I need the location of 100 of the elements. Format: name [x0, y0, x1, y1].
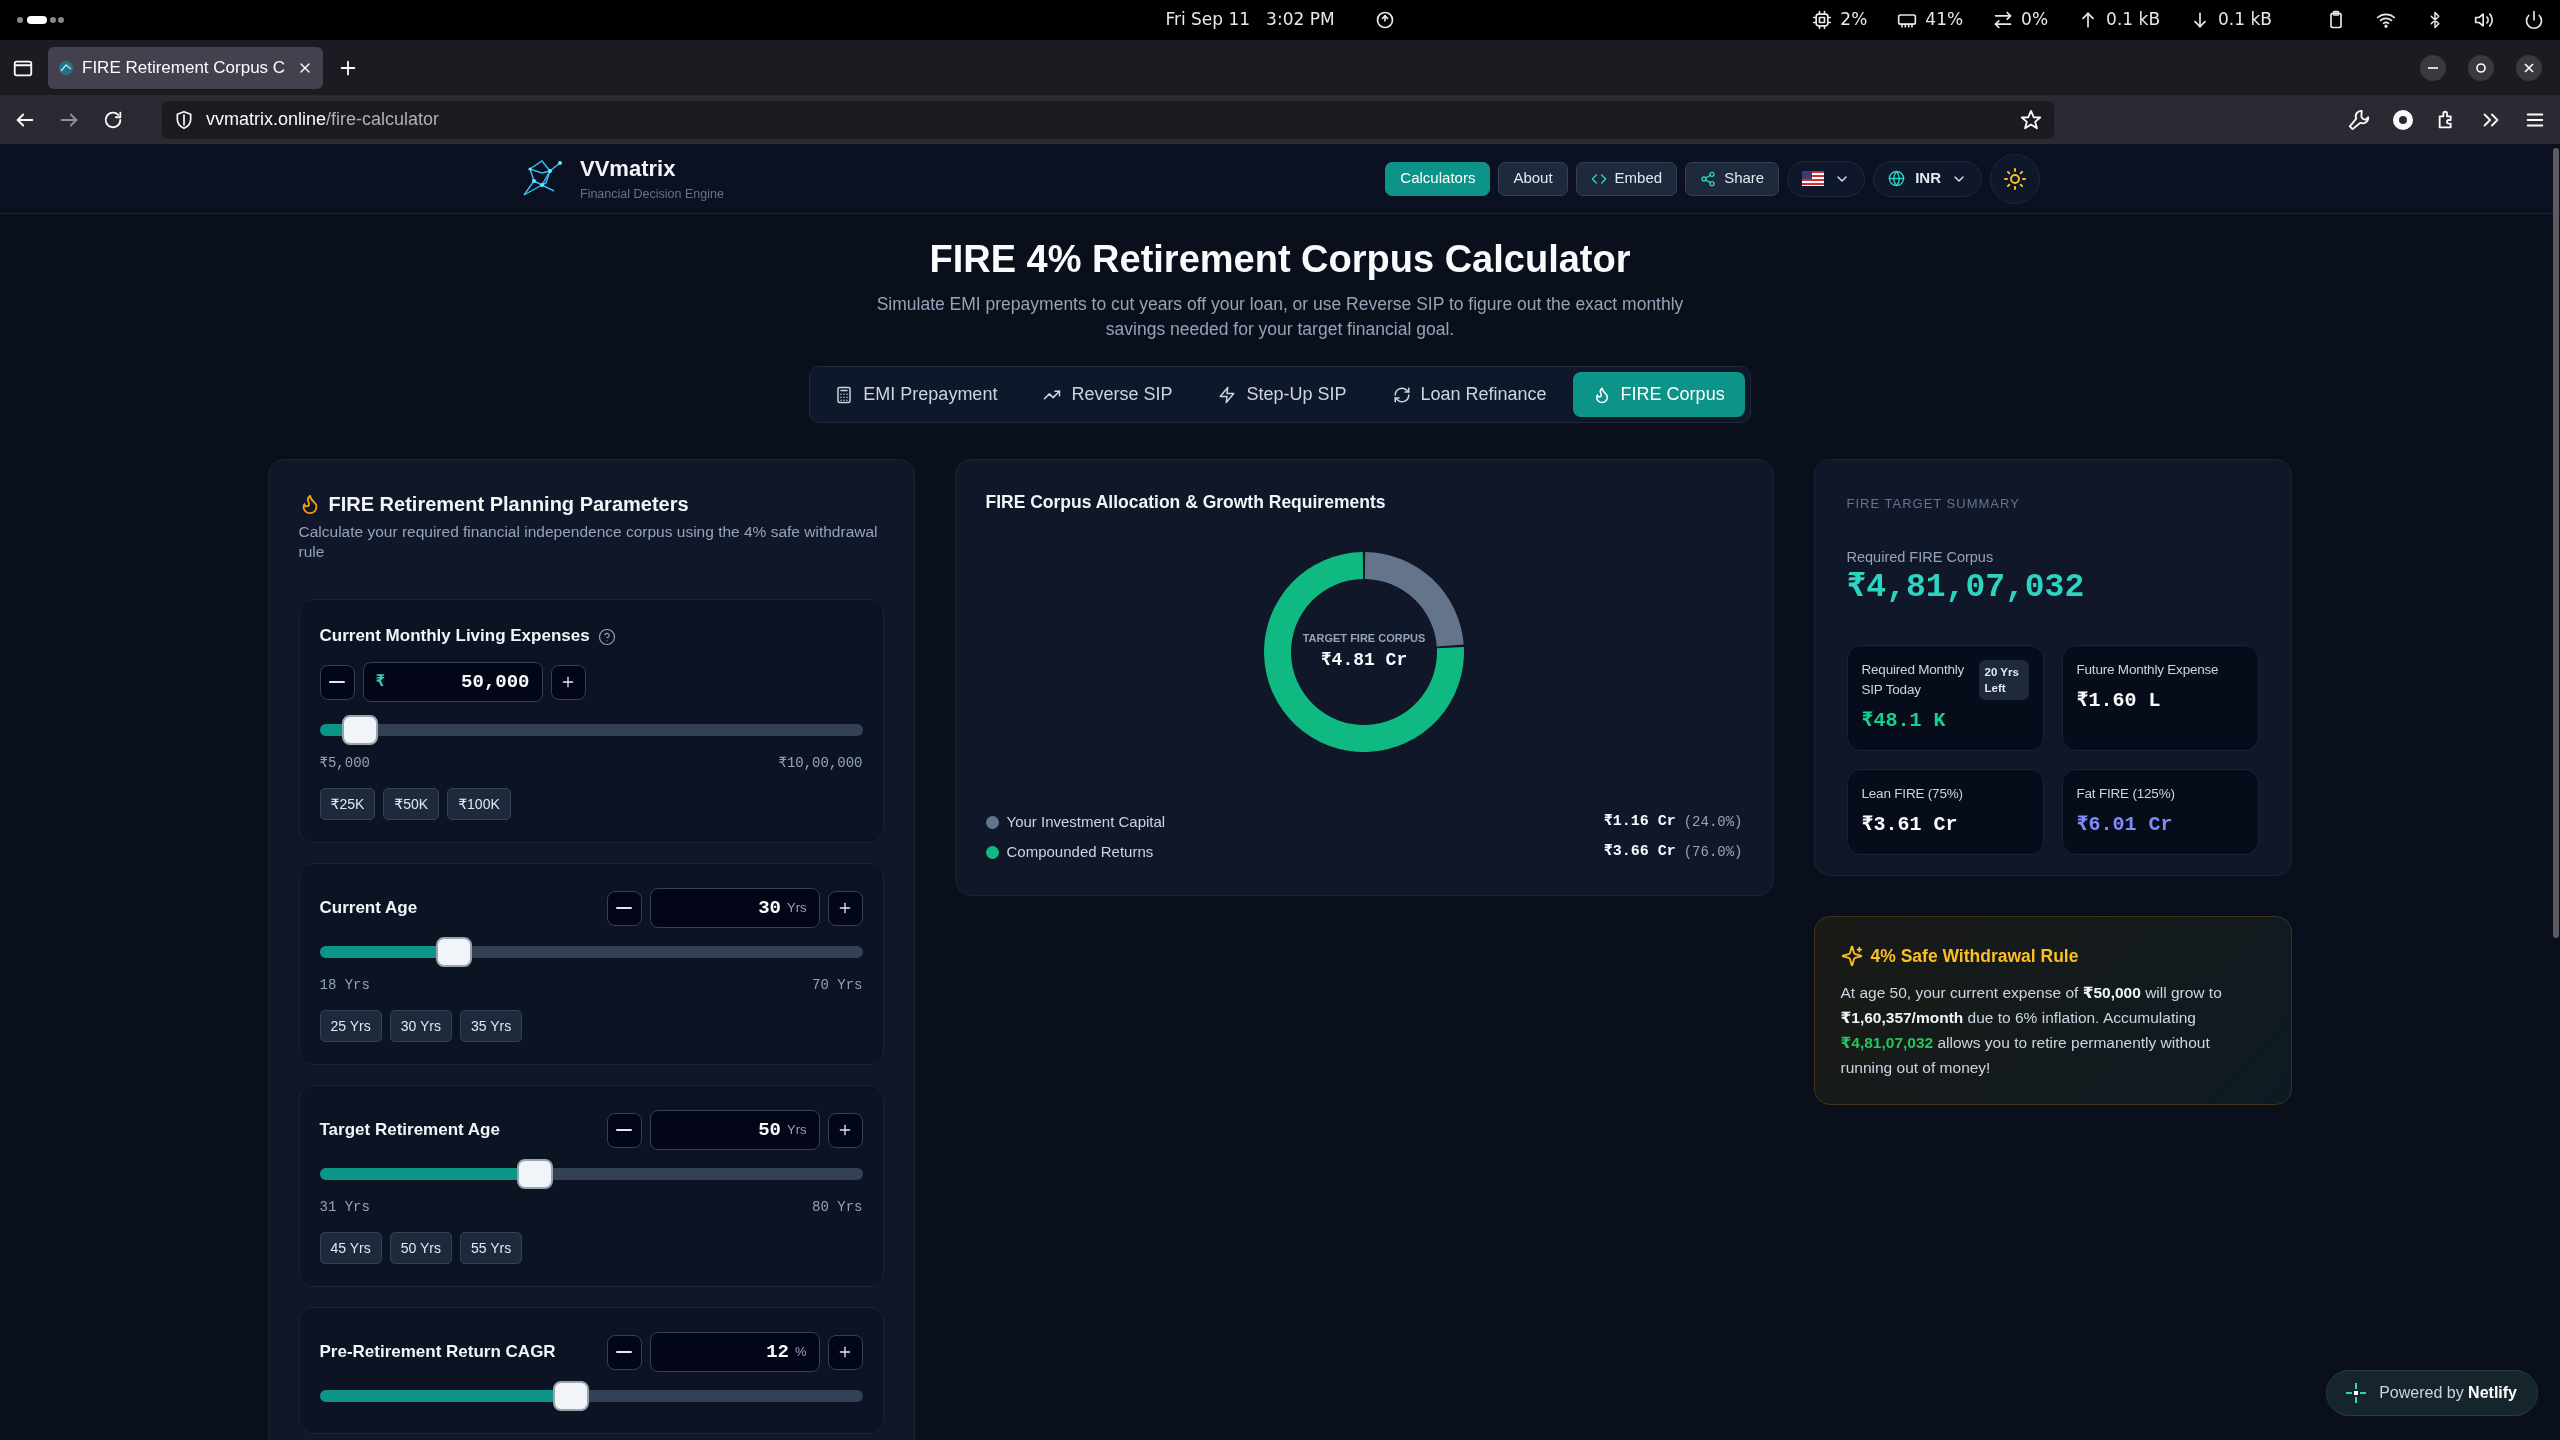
minus-icon	[616, 906, 632, 910]
number-field[interactable]: 30 Yrs	[649, 888, 820, 928]
tile-value: ₹3.61 Cr	[1861, 812, 1959, 839]
slider-handle[interactable]	[552, 1381, 589, 1411]
plus-icon	[837, 1122, 853, 1138]
calculator-tab[interactable]: Reverse SIP	[1023, 372, 1193, 417]
preset-button[interactable]: ₹25K	[319, 788, 376, 820]
calculator-tab[interactable]: Loan Refinance	[1372, 372, 1567, 417]
brand-name[interactable]: VVmatrix	[580, 155, 724, 182]
volume-icon[interactable]	[2474, 10, 2494, 30]
swap-icon	[1993, 10, 2014, 30]
calculator-tab[interactable]: FIRE Corpus	[1572, 372, 1745, 417]
help-icon[interactable]	[597, 627, 616, 646]
currency-dropdown[interactable]: INR	[1873, 160, 1982, 197]
lightning-icon	[1218, 385, 1237, 404]
decrement-button[interactable]	[606, 1112, 642, 1148]
preset-button[interactable]: 35 Yrs	[459, 1010, 523, 1042]
increment-button[interactable]	[827, 1112, 863, 1148]
system-stat: 0.1 kB	[2106, 8, 2161, 32]
nav-button[interactable]: Embed	[1575, 161, 1678, 196]
preset-button[interactable]: ₹50K	[383, 788, 440, 820]
clock-date: Fri Sep 11	[1165, 8, 1251, 32]
refresh-icon	[1392, 385, 1411, 404]
range-max: ₹10,00,000	[778, 754, 863, 772]
minimize-button[interactable]	[2420, 54, 2446, 81]
clock-time: 3:02 PM	[1266, 8, 1335, 32]
wrench-icon[interactable]	[2348, 108, 2370, 131]
tile-value: ₹48.1 K	[1861, 708, 1947, 735]
calculator-tab[interactable]: Step-Up SIP	[1198, 372, 1367, 417]
preset-button[interactable]: 55 Yrs	[459, 1232, 523, 1264]
power-icon[interactable]	[2524, 10, 2544, 30]
years-left-badge: 20 Yrs Left	[1978, 660, 2029, 701]
decrement-button[interactable]	[319, 664, 355, 700]
legend-share: (24.0%)	[1683, 812, 1743, 832]
netlify-icon	[2345, 1382, 2368, 1404]
sparkle-icon	[1840, 945, 1863, 968]
plus-icon	[837, 900, 853, 916]
browser-tab[interactable]: FIRE Retirement Corpus C	[48, 46, 323, 89]
card-subtitle: Calculate your required financial independence corpus using the 4% safe withdrawal rule	[298, 522, 879, 562]
system-stat: 0%	[2021, 8, 2049, 32]
slider[interactable]	[319, 1159, 863, 1189]
page-title: FIRE 4% Retirement Corpus Calculator	[928, 237, 1632, 282]
system-stat: 2%	[1840, 8, 1868, 32]
decrement-button[interactable]	[606, 890, 642, 926]
range-max: 70 Yrs	[812, 976, 863, 994]
field-label: Current Age	[319, 897, 418, 919]
range-min: 18 Yrs	[319, 976, 370, 994]
nav-button[interactable]: About	[1498, 161, 1568, 196]
preset-button[interactable]: ₹100K	[447, 788, 511, 820]
legend-amount: ₹3.66 Cr	[1603, 841, 1676, 862]
calculator-tab[interactable]: EMI Prepayment	[815, 372, 1018, 417]
preset-button[interactable]: 50 Yrs	[389, 1232, 452, 1264]
scrollbar-thumb[interactable]	[2553, 148, 2559, 938]
legend-amount: ₹1.16 Cr	[1603, 811, 1676, 832]
number-field[interactable]: ₹ 50,000	[362, 662, 543, 702]
workspace-indicator[interactable]	[16, 15, 64, 25]
profile-icon[interactable]	[2392, 108, 2414, 131]
donut-center-value: ₹4.81 Cr	[1319, 648, 1409, 672]
plus-icon	[837, 1344, 853, 1360]
tile-label: Lean FIRE (75%)	[1861, 785, 1963, 804]
calculator-icon	[835, 385, 854, 404]
nav-button[interactable]: Share	[1685, 161, 1780, 196]
system-stat: 0.1 kB	[2218, 8, 2272, 32]
preset-button[interactable]: 45 Yrs	[319, 1232, 382, 1264]
nav-button[interactable]: Calculators	[1385, 161, 1491, 196]
number-field[interactable]: 12 %	[649, 1332, 820, 1372]
summary-heading: FIRE TARGET SUMMARY	[1846, 495, 2021, 513]
preset-button[interactable]: 25 Yrs	[319, 1010, 382, 1042]
donut-center-label: TARGET FIRE CORPUS	[1301, 631, 1427, 647]
decrement-button[interactable]	[606, 1334, 642, 1370]
range-min: ₹5,000	[319, 754, 370, 772]
field-label: Pre-Retirement Return CAGR	[319, 1341, 556, 1363]
increment-button[interactable]	[827, 890, 863, 926]
field-label: Target Retirement Age	[319, 1119, 500, 1141]
maximize-button[interactable]	[2468, 54, 2494, 81]
rule-text: At age 50, your current expense of ₹50,000 will grow to ₹1,60,357/month due to 6% inflation. Accumulating ₹4,81,07,032 allows you to retire permanently without running out of money!	[1840, 982, 2223, 1078]
minus-icon	[616, 1350, 632, 1354]
close-button[interactable]	[2516, 54, 2542, 81]
slider-handle[interactable]	[342, 715, 379, 745]
minus-icon	[616, 1128, 632, 1132]
slider-handle[interactable]	[436, 937, 473, 967]
number-field[interactable]: 50 Yrs	[649, 1110, 820, 1150]
powered-by-badge[interactable]: Powered by Netlify	[2326, 1370, 2538, 1416]
increment-button[interactable]	[827, 1334, 863, 1370]
slider-handle[interactable]	[517, 1159, 554, 1189]
slider[interactable]	[319, 1381, 863, 1411]
upload-status-icon[interactable]	[1374, 10, 1395, 30]
address-bar[interactable]: vvmatrix.online/fire-calculator	[162, 100, 2054, 139]
bookmark-star-icon[interactable]	[2020, 109, 2042, 132]
increment-button[interactable]	[550, 664, 586, 700]
slider[interactable]	[319, 715, 863, 745]
page-subtitle: Simulate EMI prepayments to cut years off your loan, or use Reverse SIP to figure out the exact monthly savings needed for your target financial goal.	[875, 293, 1685, 341]
rule-title: 4% Safe Withdrawal Rule	[1870, 945, 2079, 969]
brand-tagline: Financial Decision Engine	[580, 185, 724, 202]
language-dropdown[interactable]	[1787, 160, 1866, 197]
preset-button[interactable]: 30 Yrs	[389, 1010, 452, 1042]
theme-toggle[interactable]	[1990, 153, 2040, 204]
corpus-label: Required FIRE Corpus	[1846, 547, 1995, 567]
shield-icon	[174, 109, 194, 130]
slider[interactable]	[319, 937, 863, 967]
